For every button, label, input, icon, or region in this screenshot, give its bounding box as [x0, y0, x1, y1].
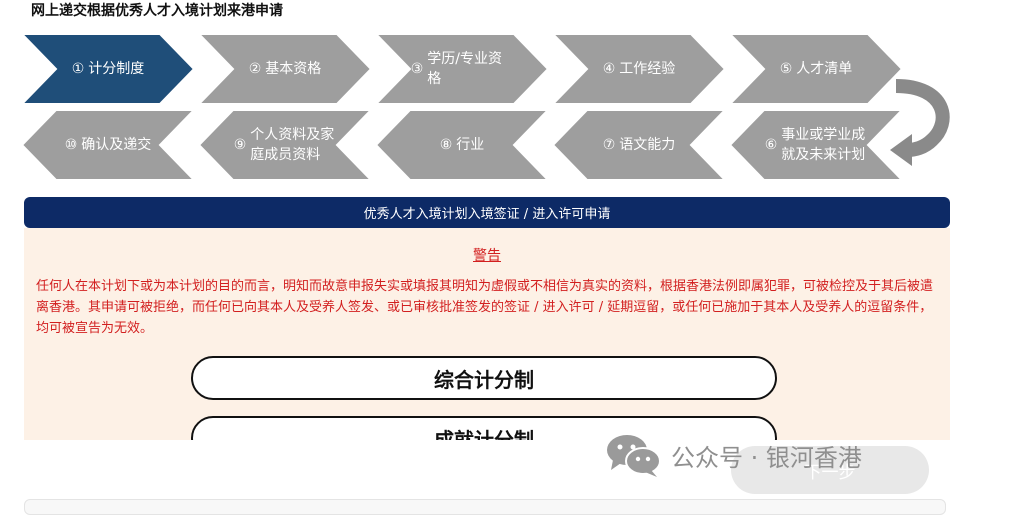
panel-header: 优秀人才入境计划入境签证 / 进入许可申请: [24, 197, 950, 228]
step-label: 基本资格: [265, 61, 322, 77]
step-1-points-system[interactable]: ① 计分制度: [22, 34, 194, 104]
step-number: ③: [410, 61, 424, 77]
warning-text: 任何人在本计划下或为本计划的目的而言，明知而故意申报失实或填报其明知为虚假或不相…: [36, 279, 934, 336]
step-8-industry[interactable]: ⑧ 行业: [376, 110, 548, 180]
step-4-work-experience[interactable]: ④ 工作经验: [553, 34, 725, 104]
step-number: ⑩: [64, 137, 78, 153]
step-label: 学历/专业资格: [427, 51, 502, 87]
step-number: ②: [248, 61, 262, 77]
step-number: ⑦: [602, 137, 616, 153]
watermark: 公众号 · 银河香港: [605, 432, 862, 478]
step-label: 确认及递交: [81, 137, 152, 153]
step-label: 事业或学业成就及未来计划: [781, 127, 866, 163]
page-title: 网上递交根据优秀人才入境计划来港申请: [31, 3, 283, 19]
step-label: 计分制度: [88, 61, 145, 77]
step-number: ⑧: [439, 137, 453, 153]
application-panel: 警告 任何人在本计划下或为本计划的目的而言，明知而故意申报失实或填报其明知为虚假…: [24, 228, 950, 440]
step-5-talent-list[interactable]: ⑤ 人才清单: [730, 34, 902, 104]
warning-title: 警告: [473, 248, 501, 264]
loop-arrow-icon: [890, 79, 950, 166]
step-7-language[interactable]: ⑦ 语文能力: [553, 110, 725, 180]
step-label: 个人资料及家庭成员资料: [250, 127, 335, 163]
step-number: ①: [71, 61, 85, 77]
step-2-basic-eligibility[interactable]: ② 基本资格: [199, 34, 371, 104]
watermark-text: 公众号 · 银河香港: [671, 443, 862, 472]
wechat-icon: [607, 435, 661, 477]
step-label: 工作经验: [619, 61, 676, 77]
step-6-achievements-plans[interactable]: ⑥ 事业或学业成就及未来计划: [730, 110, 902, 180]
step-number: ④: [602, 61, 616, 77]
step-number: ⑤: [779, 61, 793, 77]
step-number: ⑥: [764, 137, 778, 153]
step-10-confirm-submit[interactable]: ⑩ 确认及递交: [22, 110, 194, 180]
general-points-test-button[interactable]: 综合计分制: [191, 356, 777, 400]
bottom-card: [24, 499, 946, 515]
application-stepper: ① 计分制度 ② 基本资格 ③ 学历/专业资格 ④ 工作经验 ⑤ 人才清单 ⑩ 确认及递交 …: [22, 34, 952, 184]
step-label: 语文能力: [619, 137, 676, 153]
step-label: 行业: [456, 137, 485, 153]
step-number: ⑨: [233, 137, 247, 153]
step-9-personal-family[interactable]: ⑨ 个人资料及家庭成员资料: [199, 110, 371, 180]
step-3-education[interactable]: ③ 学历/专业资格: [376, 34, 548, 104]
step-label: 人才清单: [796, 61, 853, 77]
